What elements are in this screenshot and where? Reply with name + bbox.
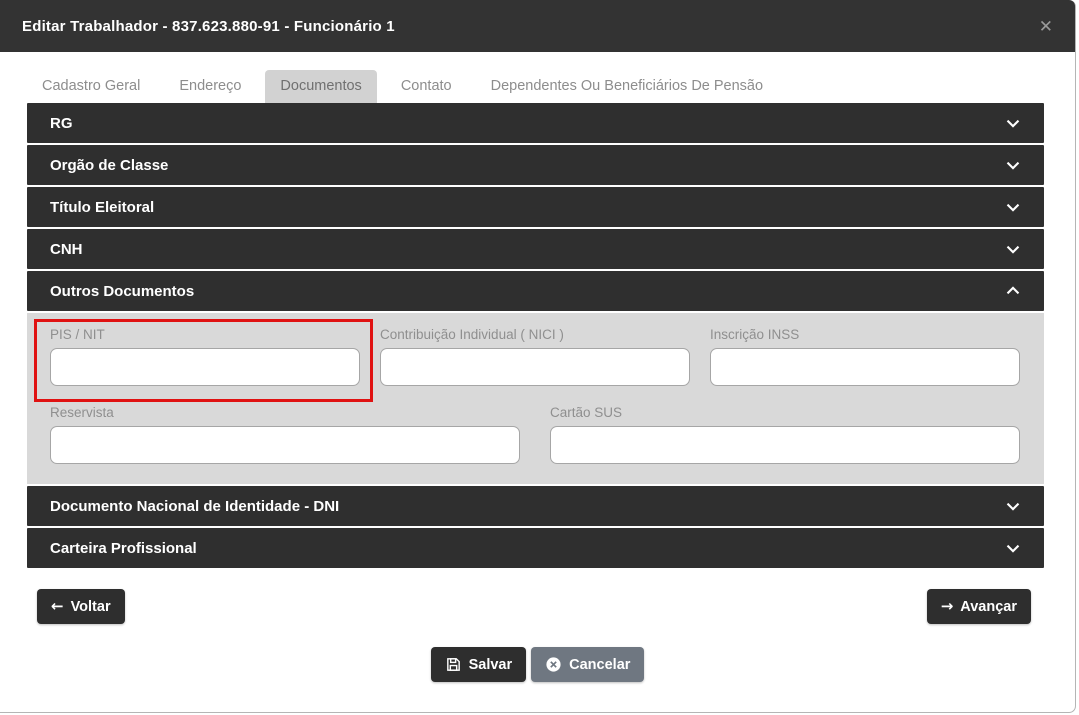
accordion-rg[interactable]: RG [27,103,1044,143]
arrow-left-icon: ← [51,597,64,615]
salvar-label: Salvar [468,656,513,673]
inscricao-inss-label: Inscrição INSS [710,327,800,342]
close-icon[interactable]: ✕ [1039,18,1053,35]
avancar-button[interactable]: → Avançar [926,589,1031,624]
cartao-sus-input[interactable] [550,426,1020,464]
field-reservista: Reservista [50,404,520,464]
cancelar-button[interactable]: Cancelar [531,647,645,682]
tab-contato[interactable]: Contato [386,70,467,103]
accordion-cnh[interactable]: CNH [27,229,1044,269]
avancar-label: Avançar [960,598,1017,615]
cartao-sus-label: Cartão SUS [550,405,623,420]
accordion-outros-documentos[interactable]: Outros Documentos [27,271,1044,311]
edit-worker-modal: Editar Trabalhador - 837.623.880-91 - Fu… [0,0,1076,713]
chevron-down-icon [1002,238,1024,260]
save-floppy-icon [445,656,462,673]
accordion-dni[interactable]: Documento Nacional de Identidade - DNI [27,486,1044,526]
accordion-titulo-eleitoral[interactable]: Título Eleitoral [27,187,1044,227]
accordion-title: CNH [50,240,83,258]
tab-documentos[interactable]: Documentos [265,70,377,103]
arrow-right-icon: → [940,597,954,615]
tab-dependentes[interactable]: Dependentes Ou Beneficiários De Pensão [476,70,778,103]
circle-x-icon [545,656,562,673]
reservista-input[interactable] [50,426,520,464]
accordion-title: Carteira Profissional [50,539,197,557]
screen: Editar Trabalhador - 837.623.880-91 - Fu… [0,0,1079,715]
reservista-label: Reservista [50,405,114,420]
accordion-orgao-classe[interactable]: Orgão de Classe [27,145,1044,185]
fields-row-2: Reservista Cartão SUS [50,404,1020,464]
contribuicao-individual-label: Contribuição Individual ( NICI ) [380,327,564,342]
field-cartao-sus: Cartão SUS [550,404,1020,464]
chevron-down-icon [1002,537,1024,559]
field-contribuicao-individual: Contribuição Individual ( NICI ) [380,326,690,386]
chevron-down-icon [1002,196,1024,218]
field-pis-nit: PIS / NIT [34,319,373,402]
tab-cadastro-geral[interactable]: Cadastro Geral [27,70,155,103]
salvar-button[interactable]: Salvar [430,647,527,682]
chevron-down-icon [1002,112,1024,134]
modal-header: Editar Trabalhador - 837.623.880-91 - Fu… [0,0,1075,52]
accordion-list: RG Orgão de Classe Título Eleitoral CNH [27,103,1044,568]
modal-title: Editar Trabalhador - 837.623.880-91 - Fu… [22,17,395,35]
accordion-title: Documento Nacional de Identidade - DNI [50,497,340,515]
chevron-down-icon [1002,154,1024,176]
pis-nit-label: PIS / NIT [50,327,105,342]
nav-button-row: ← Voltar → Avançar [37,589,1031,624]
accordion-carteira-profissional[interactable]: Carteira Profissional [27,528,1044,568]
pis-nit-input[interactable] [50,348,360,386]
field-inscricao-inss: Inscrição INSS [710,326,1020,386]
tab-bar: Cadastro Geral Endereço Documentos Conta… [27,69,1075,103]
voltar-label: Voltar [70,598,111,615]
inscricao-inss-input[interactable] [710,348,1020,386]
outros-documentos-panel: PIS / NIT Contribuição Individual ( NICI… [27,313,1044,484]
accordion-title: Orgão de Classe [50,156,169,174]
fields-row-1: PIS / NIT Contribuição Individual ( NICI… [34,319,1020,402]
accordion-title: Título Eleitoral [50,198,155,216]
cancelar-label: Cancelar [569,656,631,673]
accordion-title: RG [50,114,73,132]
voltar-button[interactable]: ← Voltar [37,589,125,624]
contribuicao-individual-input[interactable] [380,348,690,386]
accordion-title: Outros Documentos [50,282,195,300]
chevron-up-icon [1002,280,1024,302]
footer-button-row: Salvar Cancelar [0,647,1075,682]
tab-endereco[interactable]: Endereço [164,70,256,103]
chevron-down-icon [1002,495,1024,517]
